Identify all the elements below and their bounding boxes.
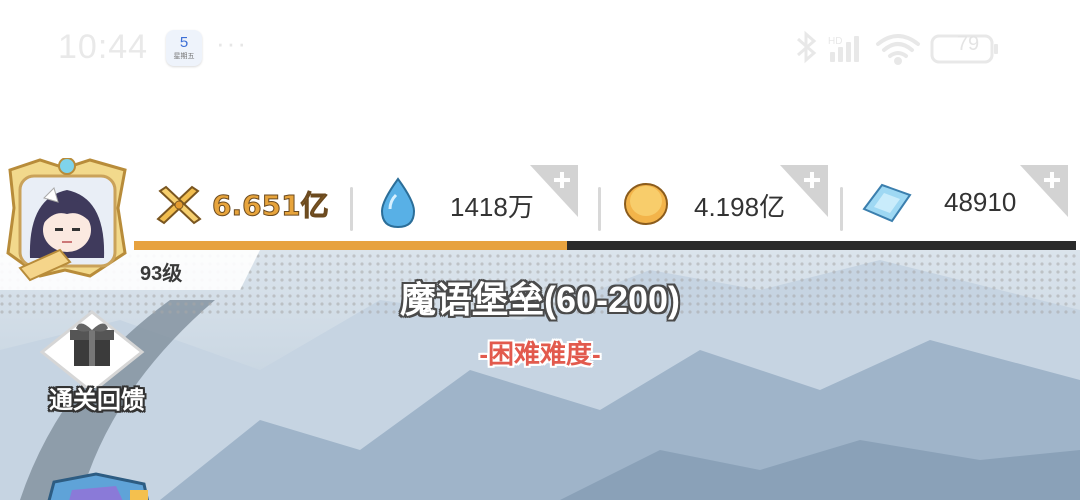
stage-difficulty: -困难难度- [479, 339, 601, 369]
calendar-label: 星期五 [173, 53, 195, 60]
water-value: 1418万 [450, 192, 534, 222]
gold-value: 4.198亿 [694, 192, 786, 222]
status-time: 10:44 [58, 28, 149, 66]
separator [350, 187, 353, 231]
add-diamond-icon[interactable] [1020, 165, 1068, 217]
gift-box-icon [39, 310, 145, 394]
status-bar: 10:44 5 星期五 ··· HD 79 [0, 0, 1080, 100]
separator [598, 187, 601, 231]
battery-level: 79 [956, 33, 980, 55]
clear-reward-label: 通关回馈 [49, 387, 145, 414]
wifi-icon [876, 34, 920, 65]
gold-coin-icon [624, 183, 668, 225]
calendar-day: 5 [179, 34, 189, 51]
diamond-value: 48910 [944, 187, 1017, 217]
water-drop-icon [380, 177, 416, 229]
clear-reward-button[interactable]: 通关回馈 [30, 308, 160, 418]
add-gold-icon[interactable] [780, 165, 828, 217]
resource-bar: 6.651亿 1418万 4.198亿 48910 [130, 165, 1080, 243]
power-value: 6.651亿 [212, 189, 330, 223]
power-display: 6.651亿 [150, 165, 360, 243]
diamond-icon [862, 183, 912, 223]
calendar-notification-icon: 5 星期五 [166, 30, 202, 66]
exp-progress-bar [134, 241, 1076, 250]
stage-title: 魔语堡垒(60-200) [399, 279, 681, 320]
system-icons: HD 79 [790, 30, 1020, 66]
signal-icon: HD [828, 36, 859, 62]
bluetooth-icon [797, 30, 817, 64]
separator [840, 187, 843, 231]
treasure-chest-icon[interactable] [36, 472, 156, 500]
more-notifications-icon: ··· [216, 28, 248, 58]
game-view: 93级 6.651亿 1418万 4.198亿 48910 魔语堡垒(60-20… [0, 150, 1080, 500]
add-water-icon[interactable] [530, 165, 578, 217]
svg-text:HD: HD [828, 36, 842, 47]
crossed-swords-icon [156, 185, 202, 225]
exp-progress-fill [134, 241, 568, 250]
player-avatar[interactable] [0, 157, 135, 283]
